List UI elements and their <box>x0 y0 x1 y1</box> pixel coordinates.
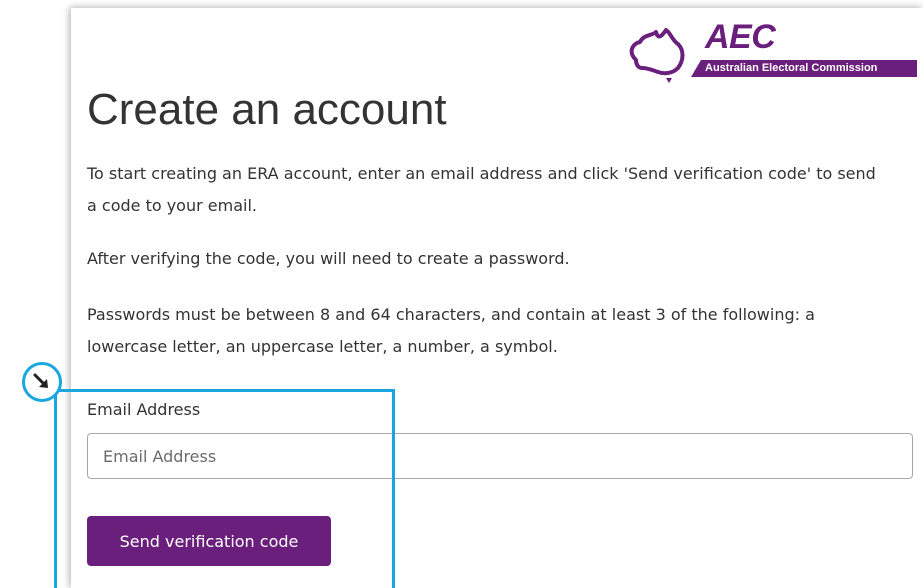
email-field[interactable] <box>87 433 913 479</box>
email-label: Email Address <box>87 400 201 419</box>
page-title: Create an account <box>87 85 447 134</box>
send-verification-code-button[interactable]: Send verification code <box>87 516 331 566</box>
screen: AEC Australian Electoral Commission Crea… <box>0 0 923 588</box>
logo-full-name: Australian Electoral Commission <box>705 62 878 74</box>
verify-note-text: After verifying the code, you will need … <box>87 249 570 268</box>
arrow-down-right-icon <box>33 373 48 388</box>
pointer-badge <box>22 362 62 402</box>
logo-acronym: AEC <box>705 18 776 56</box>
signup-card: AEC Australian Electoral Commission Crea… <box>71 8 923 588</box>
password-rules-text: Passwords must be between 8 and 64 chara… <box>87 305 815 356</box>
intro-text: To start creating an ERA account, enter … <box>87 164 876 215</box>
